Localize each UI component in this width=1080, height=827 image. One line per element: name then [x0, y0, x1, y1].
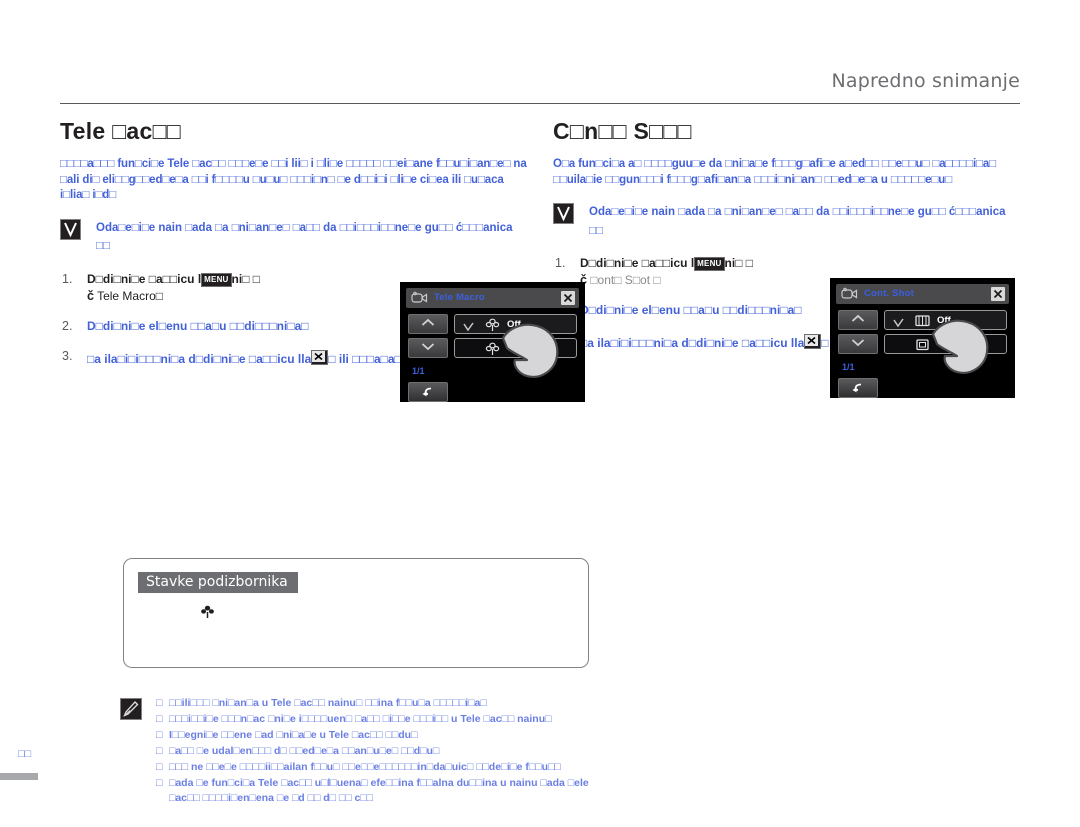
note-item: □ I□□egni□e □□ene □ad □ni□a□e u Tele □ac□… [156, 728, 590, 743]
step-number: 2. [62, 318, 73, 333]
callout-text-left: Oda□e□i□e nain □ada □a □ni□an□e□ □a□□ da… [96, 221, 513, 253]
page-number: □□ [18, 748, 32, 760]
note-text: I□□egni□e □□ene □ad □ni□a□e u Tele □ac□□… [169, 729, 418, 741]
lcd-titlebar: Cont. Shot [836, 284, 1009, 304]
lcd-preview-left: Tele Macro 1/1 Off [400, 282, 585, 402]
note-bullet: □ [156, 697, 163, 709]
step-text: □a ila□i□i□□□ni□a d□di□ni□e □a□□icu lla [87, 351, 312, 366]
footer-bar [0, 773, 38, 780]
lcd-page-indicator: 1/1 [842, 362, 855, 372]
note-bullet: □ [156, 777, 163, 789]
right-column: C□n□□ S□□□ O□a fun□ci□a a□ □□□□guu□e da … [553, 118, 1021, 398]
lcd-titlebar: Tele Macro [406, 288, 579, 308]
check-icon [463, 319, 474, 337]
step-text: □a ila□i□i□□□ni□a d□di□ni□e □a□□icu lla [580, 336, 805, 350]
note-text: □a□□ □e udal□en□□□ d□ □□ed□e□a □□an□u□e□… [169, 745, 440, 757]
step-text: D□di□ni□e el□enu □□a□u □□di□□□ni□a□ [87, 318, 309, 333]
header-divider [60, 103, 1020, 104]
pointing-hand-icon [927, 314, 999, 380]
callout-text-right: Oda□e□i□e nain □ada □a □ni□an□e□ □a□□ da… [589, 206, 1006, 237]
back-arrow-icon[interactable] [838, 378, 878, 398]
lcd-preview-right: Cont. Shot 1/1 Off [830, 278, 1015, 398]
note-text: □□□ ne □□e□e □□□□ii□□ailan f□□u□ □□e□□e□… [169, 761, 561, 773]
step-sub-bullet: č [87, 288, 94, 303]
step-text-mid: □ ili □□□a□a□ [328, 351, 402, 366]
step-sub-label: □ont□ S□ot □ [590, 273, 661, 287]
note-text: □ada □e fun□ci□a Tele □ac□□ u□l□uena□ ef… [169, 777, 589, 804]
notes-block-left: □ □□ili□□□ □ni□an□a u Tele □ac□□ nainu□ □… [120, 696, 590, 807]
note-text: □□□i□□i□e □□□n□ac □ni□e i□□□□uen□ □a□□ □… [169, 713, 552, 725]
menu-key-badge: MENU [694, 257, 725, 271]
checkmark-icon [553, 203, 574, 224]
lcd-title: Cont. Shot [864, 288, 915, 299]
lcd-title: Tele Macro [434, 292, 485, 303]
menu-key-badge: MENU [201, 272, 232, 287]
running-head: Napredno snimanje [831, 70, 1020, 92]
callout-right: Oda□e□i□e nain □ada □a □ni□an□e□ □a□□ da… [553, 202, 1021, 239]
step-number: 1. [62, 271, 73, 286]
note-bullet: □ [156, 729, 163, 741]
note-item: □ □□□ ne □□e□e □□□□ii□□ailan f□□u□ □□e□□e… [156, 760, 590, 775]
note-text: □□ili□□□ □ni□an□a u Tele □ac□□ nainu□ □□… [169, 697, 487, 709]
close-icon-badge [311, 349, 329, 365]
step-text: D□di□ni□e □a□□icu l [580, 256, 695, 270]
chevron-up-icon[interactable] [838, 310, 878, 330]
camcorder-icon [411, 291, 428, 309]
callout-left: Oda□e□i□e nain □ada □a □ni□an□e□ □a□□ da… [60, 218, 528, 255]
left-column: Tele □ac□□ □□□□a□□□ fun□ci□e Tele □ac□□ … [60, 118, 589, 804]
step-number: 3. [62, 348, 73, 363]
submenu-title: Stavke podizbornika [138, 572, 298, 593]
submenu-body [138, 604, 574, 624]
close-icon[interactable] [991, 287, 1005, 301]
close-icon-badge [804, 334, 822, 349]
step-sub-label: Tele Macro□ [97, 288, 164, 303]
step-text: D□di□ni□e □a□□icu l [87, 271, 202, 286]
note-pencil-icon [120, 698, 142, 720]
step-text: D□di□ni□e el□enu □□a□u □□di□□□ni□a□ [580, 303, 802, 317]
note-item: □ □□□i□□i□e □□□n□ac □ni□e i□□□□uen□ □a□□ … [156, 712, 590, 727]
camcorder-icon [841, 287, 858, 305]
chevron-down-icon[interactable] [408, 338, 448, 358]
notes-list-left: □ □□ili□□□ □ni□an□a u Tele □ac□□ nainu□ □… [156, 696, 590, 806]
chevron-down-icon[interactable] [838, 334, 878, 354]
intro-paragraph-left: □□□□a□□□ fun□ci□e Tele □ac□□ □□□e□e □□i … [60, 158, 527, 201]
page-title-right: C□n□□ S□□□ [553, 118, 692, 144]
check-icon [893, 315, 904, 333]
lcd-page-indicator: 1/1 [412, 366, 425, 376]
lcd-body: 1/1 Off [831, 306, 1014, 398]
flower-macro-icon [200, 605, 215, 622]
pointing-hand-icon [497, 318, 569, 384]
step-text-tail: ni□ □ [724, 256, 754, 270]
step-number: 1. [555, 256, 566, 270]
page-header: Napredno snimanje [60, 70, 1020, 110]
lcd-body: 1/1 Off [401, 310, 584, 402]
page-title-left: Tele □ac□□ [60, 118, 181, 144]
note-item: □ □a□□ □e udal□en□□□ d□ □□ed□e□a □□an□u□e… [156, 744, 590, 759]
note-bullet: □ [156, 745, 163, 757]
submenu-box-left: Stavke podizbornika [123, 558, 589, 668]
back-arrow-icon[interactable] [408, 382, 448, 402]
close-icon[interactable] [561, 291, 575, 305]
submenu-row [138, 604, 574, 624]
intro-paragraph-right: O□a fun□ci□a a□ □□□□guu□e da □ni□a□e f□□… [553, 158, 997, 186]
step-text-tail: ni□ □ [231, 271, 261, 286]
chevron-up-icon[interactable] [408, 314, 448, 334]
note-item: □ □ada □e fun□ci□a Tele □ac□□ u□l□uena□ e… [156, 776, 590, 806]
note-item: □ □□ili□□□ □ni□an□a u Tele □ac□□ nainu□ □… [156, 696, 590, 711]
checkmark-icon [60, 218, 81, 240]
note-bullet: □ [156, 761, 163, 773]
note-bullet: □ [156, 713, 163, 725]
